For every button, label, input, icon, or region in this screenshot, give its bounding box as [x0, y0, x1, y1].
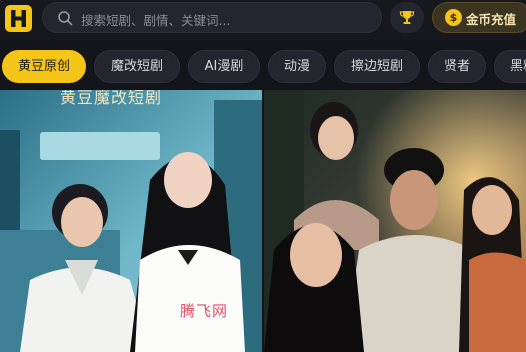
tab-modified-shorts[interactable]: 魔改短剧 — [94, 50, 180, 83]
tab-huangdou-original[interactable]: 黄豆原创 — [2, 50, 86, 83]
poster-1-title: 黄豆魔改短剧 — [60, 90, 163, 107]
tab-anime[interactable]: 动漫 — [268, 50, 326, 83]
search-input[interactable]: 搜索短剧、剧情、关键词... — [42, 2, 382, 33]
ranking-button[interactable] — [390, 2, 424, 33]
tab-edgy-shorts[interactable]: 擦边短剧 — [334, 50, 420, 83]
coin-icon: $ — [445, 9, 462, 26]
tab-sage[interactable]: 贤者 — [428, 50, 486, 83]
watermark-text: 腾飞网 — [180, 302, 229, 320]
top-bar: 搜索短剧、剧情、关键词... $ 金币充值 — [0, 0, 526, 40]
coin-recharge-button[interactable]: $ 金币充值 — [432, 2, 526, 33]
search-icon — [58, 11, 73, 26]
coin-recharge-label: 金币充值 — [466, 12, 517, 27]
app-logo-icon[interactable] — [5, 5, 32, 32]
drama-poster-2[interactable] — [264, 90, 526, 352]
tab-ai-comics[interactable]: AI漫剧 — [188, 50, 260, 83]
search-placeholder: 搜索短剧、剧情、关键词... — [81, 13, 231, 28]
trophy-icon — [399, 11, 415, 24]
category-tabs: 黄豆原创 魔改短剧 AI漫剧 动漫 擦边短剧 贤者 黑料 — [0, 50, 526, 84]
poster-2-image — [264, 90, 526, 352]
tab-gossip[interactable]: 黑料 — [494, 50, 526, 83]
